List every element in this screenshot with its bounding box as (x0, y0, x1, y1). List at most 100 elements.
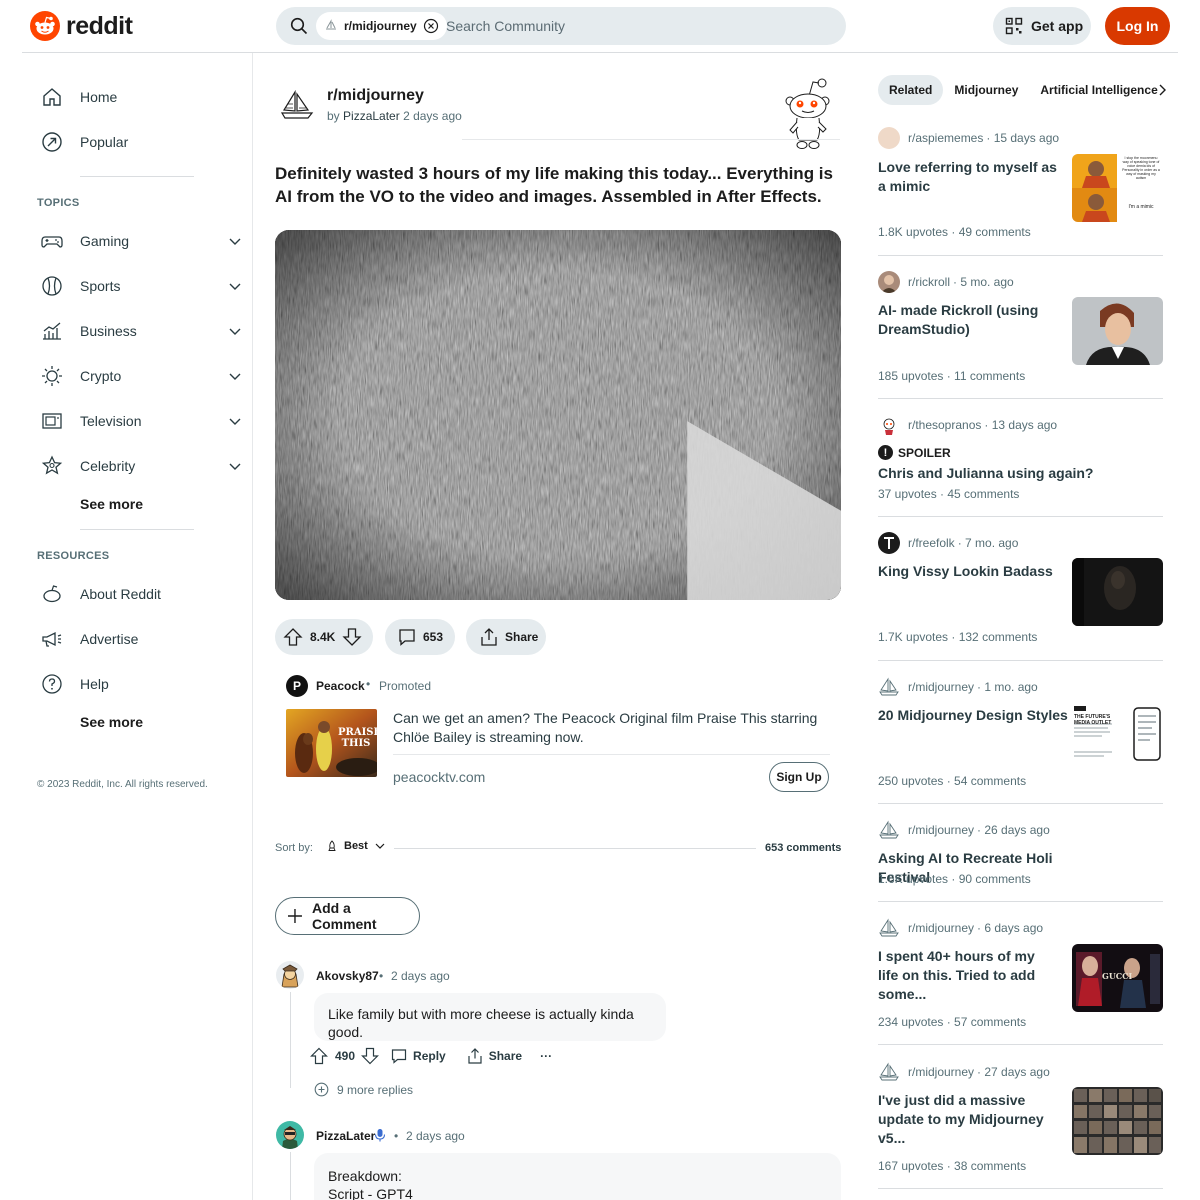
megaphone-icon (42, 631, 62, 647)
sidebar-item-celebrity[interactable]: Celebrity (36, 446, 246, 486)
sort-dropdown[interactable]: Best (326, 840, 386, 852)
related-post-title[interactable]: AI- made Rickroll (using DreamStudio) (878, 301, 1058, 339)
related-post-meta: r/midjourney · 1 mo. ago (878, 676, 1038, 698)
search-chip-label: r/midjourney (344, 19, 417, 33)
related-time: · 6 days ago (977, 921, 1044, 935)
related-post-card[interactable]: r/midjourney · 27 days ago I've just did… (878, 1061, 1163, 1189)
related-post-card[interactable]: r/midjourney · 6 days ago I spent 40+ ho… (878, 917, 1163, 1045)
related-post-card[interactable]: r/rickroll · 5 mo. ago AI- made Rickroll… (878, 271, 1163, 399)
related-post-title[interactable]: 20 Midjourney Design Styles (878, 706, 1068, 725)
tab-artificial-intelligence[interactable]: Artificial Intelligence (1029, 75, 1168, 105)
related-post-title[interactable]: Love referring to myself as a mimic (878, 158, 1058, 196)
ad-poster-title: PRAISE THIS (338, 727, 377, 749)
related-subreddit[interactable]: r/thesopranos (908, 418, 981, 432)
sidebar-item-advertise[interactable]: Advertise (36, 619, 246, 659)
search-bar[interactable]: r/midjourney (276, 7, 846, 45)
related-post-thumbnail[interactable]: THE FUTURE'S MEDIA OUTLET (1072, 702, 1163, 770)
related-post-card[interactable]: r/aspiememes · 15 days ago Love referrin… (878, 127, 1163, 257)
add-comment-button[interactable]: Add a Comment (275, 897, 420, 935)
related-post-thumbnail[interactable] (1072, 558, 1163, 626)
ad-text[interactable]: Can we get an amen? The Peacock Original… (393, 709, 833, 747)
comment-author[interactable]: Akovsky87 (316, 969, 379, 983)
related-subreddit[interactable]: r/midjourney (908, 1065, 974, 1079)
get-app-button[interactable]: Get app (993, 7, 1091, 45)
subreddit-icon[interactable] (278, 86, 316, 124)
related-post-title[interactable]: Chris and Julianna using again? (878, 464, 1098, 483)
comment-share-button[interactable]: Share (466, 1047, 522, 1065)
more-replies-button[interactable]: 9 more replies (314, 1082, 413, 1097)
post-author[interactable]: PizzaLater (343, 109, 400, 123)
login-button[interactable]: Log In (1105, 7, 1170, 45)
related-subreddit[interactable]: r/midjourney (908, 921, 974, 935)
upvote-icon[interactable] (283, 627, 303, 647)
avatar[interactable] (276, 961, 304, 989)
related-post-card[interactable]: r/freefolk · 7 mo. ago King Vissy Lookin… (878, 532, 1163, 661)
comment-thread-line[interactable] (290, 992, 291, 1088)
downvote-icon[interactable] (361, 1047, 379, 1065)
comment-author[interactable]: PizzaLater (316, 1129, 375, 1143)
topics-see-more-link[interactable]: See more (80, 496, 143, 512)
related-post-title[interactable]: King Vissy Lookin Badass (878, 562, 1058, 581)
snoo-mascot-icon (785, 78, 830, 149)
television-icon (42, 413, 62, 429)
related-post-card[interactable]: r/thesopranos · 13 days ago ! SPOILER Ch… (878, 414, 1163, 517)
sidebar-item-about-reddit[interactable]: About Reddit (36, 574, 246, 614)
sidebar-item-crypto[interactable]: Crypto (36, 356, 246, 396)
related-subreddit[interactable]: r/midjourney (908, 823, 974, 837)
comment-thread-line[interactable] (290, 1152, 291, 1200)
sidebar-item-television[interactable]: Television (36, 401, 246, 441)
related-post-title[interactable]: I've just did a massive update to my Mid… (878, 1091, 1054, 1148)
related-post-title[interactable]: I spent 40+ hours of my life on this. Tr… (878, 947, 1054, 1004)
related-post-thumbnail[interactable] (1072, 1087, 1163, 1155)
sidebar-item-help[interactable]: Help (36, 664, 246, 704)
close-icon[interactable] (423, 18, 439, 34)
chevron-right-icon[interactable] (1155, 83, 1169, 97)
related-post-thumbnail[interactable]: I stop the moonmenu way of speaking tone… (1072, 154, 1163, 222)
chevron-down-icon (375, 843, 385, 849)
midjourney-boat-icon (879, 820, 899, 839)
related-post-card[interactable]: r/midjourney · 26 days ago Asking AI to … (878, 819, 1163, 903)
video-player[interactable] (275, 230, 841, 600)
search-input[interactable] (446, 7, 826, 45)
related-subreddit[interactable]: r/freefolk (908, 536, 955, 550)
related-subreddit[interactable]: r/aspiememes (908, 131, 983, 145)
related-post-card[interactable]: r/midjourney · 1 mo. ago 20 Midjourney D… (878, 676, 1163, 804)
plus-icon (287, 909, 302, 923)
sidebar-item-sports[interactable]: Sports (36, 266, 246, 306)
comments-button[interactable]: 653 (385, 619, 455, 655)
related-time: · 15 days ago (986, 131, 1060, 145)
ad-domain-link[interactable]: peacocktv.com (393, 769, 485, 785)
sidebar-item-business[interactable]: Business (36, 311, 246, 351)
sidebar-item-home[interactable]: Home (36, 77, 246, 117)
share-button[interactable]: Share (466, 619, 546, 655)
play-icon[interactable] (543, 398, 841, 600)
popular-icon (42, 132, 62, 152)
related-post-thumbnail[interactable] (1072, 297, 1163, 365)
meta-separator: • (379, 969, 384, 983)
reddit-logo[interactable]: reddit (30, 11, 133, 41)
related-subreddit[interactable]: r/rickroll (908, 275, 950, 289)
related-post-thumbnail[interactable]: GUCCI (1072, 944, 1163, 1012)
related-subreddit[interactable]: r/midjourney (908, 680, 974, 694)
ad-signup-button[interactable]: Sign Up (769, 762, 829, 792)
sidebar-item-gaming[interactable]: Gaming (36, 221, 246, 261)
related-post-meta: r/thesopranos · 13 days ago (878, 414, 1057, 436)
resources-see-more-link[interactable]: See more (80, 714, 143, 730)
post-title[interactable]: Definitely wasted 3 hours of my life mak… (275, 162, 840, 208)
downvote-icon[interactable] (342, 627, 362, 647)
related-post-meta: r/midjourney · 27 days ago (878, 1061, 1050, 1083)
advertiser-avatar[interactable]: P (286, 675, 308, 697)
reply-button[interactable]: Reply (390, 1047, 446, 1065)
avatar[interactable] (276, 1121, 304, 1149)
subreddit-name[interactable]: r/midjourney (327, 87, 424, 105)
related-time: · 5 mo. ago (953, 275, 1014, 289)
tab-related[interactable]: Related (878, 75, 944, 105)
ad-divider (393, 754, 830, 755)
upvote-icon[interactable] (310, 1047, 328, 1065)
sidebar-item-popular[interactable]: Popular (36, 122, 246, 162)
advertiser-name[interactable]: Peacock (316, 679, 365, 693)
ad-thumbnail[interactable]: PRAISE THIS (286, 709, 377, 777)
search-community-chip[interactable]: r/midjourney (316, 12, 447, 40)
more-options-button[interactable]: ··· (540, 1049, 552, 1063)
tab-midjourney[interactable]: Midjourney (943, 75, 1029, 105)
